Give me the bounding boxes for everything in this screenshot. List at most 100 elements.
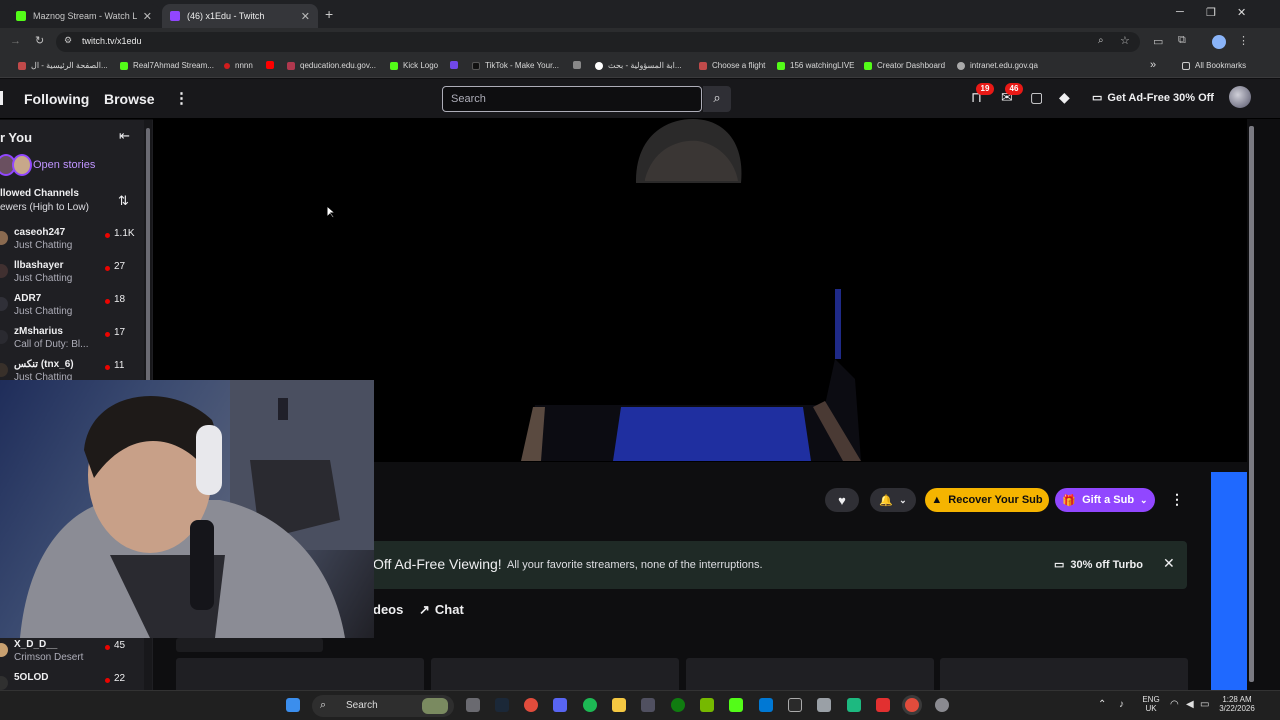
open-stories-button[interactable]: Open stories [0, 154, 140, 176]
video-card[interactable] [686, 658, 934, 690]
browser-tab-twitch[interactable]: (46) x1Edu - Twitch ✕ [162, 4, 318, 28]
all-bookmarks-button[interactable]: All Bookmarks [1182, 61, 1246, 70]
steam-icon[interactable] [495, 698, 509, 712]
video-card[interactable] [431, 658, 679, 690]
video-card[interactable] [940, 658, 1188, 690]
close-window-icon[interactable]: ✕ [1237, 6, 1246, 19]
follow-heart-button[interactable]: ♥ [825, 488, 859, 512]
volume-icon[interactable]: ◀ [1186, 699, 1194, 710]
sidebar-scrollbar-thumb[interactable] [146, 128, 150, 382]
zoom-icon[interactable]: ⌕ [1098, 35, 1104, 46]
notifications-bell-button[interactable]: 🔔 ⌄ [870, 488, 916, 512]
camera-app-icon[interactable] [466, 698, 480, 712]
chrome-active-icon[interactable] [905, 698, 919, 712]
file-explorer-icon[interactable] [612, 698, 626, 712]
bookmark-item[interactable] [266, 61, 279, 69]
collapse-sidebar-icon[interactable]: ⇤ [119, 128, 130, 144]
wifi-icon[interactable]: ◠ [1170, 699, 1179, 710]
xbox-icon[interactable] [671, 698, 685, 712]
chrome-icon[interactable] [524, 698, 538, 712]
viewer-count: 11 [114, 360, 125, 371]
bookmark-item[interactable]: Choose a flight [699, 61, 765, 70]
tab-chat[interactable]: ↗ Chat [419, 602, 464, 618]
sidebar-channel[interactable]: llbashayer Just Chatting 27 [0, 260, 150, 292]
back-arrow-icon[interactable]: → [10, 35, 21, 47]
close-promo-button[interactable]: ✕ [1163, 555, 1175, 572]
battery-icon[interactable]: ▭ [1200, 699, 1209, 710]
app-icon[interactable] [759, 698, 773, 712]
store-icon[interactable] [641, 698, 655, 712]
twitch-logo-icon[interactable] [0, 91, 3, 105]
minimize-window-icon[interactable]: ─ [1176, 6, 1184, 18]
sidebar-channel[interactable]: caseoh247 Just Chatting 1.1K [0, 227, 150, 259]
get-ad-free-button[interactable]: ▭ Get Ad-Free 30% Off [1092, 91, 1214, 105]
close-tab-icon[interactable]: ✕ [143, 10, 152, 23]
search-button[interactable]: ⌕ [703, 86, 731, 112]
clock[interactable]: 1:28 AM 3/22/2026 [1212, 695, 1262, 713]
bookmark-item[interactable]: intranet.edu.gov.qa [957, 61, 1038, 70]
app-icon[interactable] [788, 698, 802, 712]
bookmark-star-icon[interactable]: ☆ [1120, 34, 1130, 47]
bookmark-item[interactable]: Real7Ahmad Stream... [120, 61, 214, 70]
omnibox[interactable]: ⚙ twitch.tv/x1edu ⌕ ☆ [56, 32, 1140, 52]
turbo-offer-button[interactable]: ▭ 30% off Turbo [1054, 558, 1143, 572]
video-card[interactable] [176, 658, 424, 690]
more-bookmarks-button[interactable]: » [1150, 59, 1156, 71]
search-input[interactable]: Search [442, 86, 702, 112]
spotify-icon[interactable] [583, 698, 597, 712]
reload-icon[interactable]: ↻ [35, 34, 44, 47]
user-avatar[interactable] [1229, 86, 1251, 108]
sidebar-channel[interactable]: X_D_D__ Crimson Desert 45 [0, 639, 150, 671]
tray-chevron-icon[interactable]: ⌃ [1098, 699, 1106, 710]
bookmark-item[interactable]: Kick Logo [390, 61, 438, 70]
sidebar-channel[interactable]: ADR7 Just Chatting 18 [0, 293, 150, 325]
browser-profile-avatar[interactable] [1212, 35, 1226, 49]
discord-icon[interactable] [553, 698, 567, 712]
bookmark-item[interactable]: 156 watchingLIVE [777, 61, 855, 70]
sidebar-channel[interactable]: zMsharius Call of Duty: Bl... 17 [0, 326, 150, 358]
bookmark-item[interactable] [573, 61, 586, 69]
bookmark-favicon-icon [18, 61, 26, 70]
nvidia-icon[interactable] [700, 698, 714, 712]
close-tab-icon[interactable]: ✕ [301, 10, 310, 23]
browser-menu-icon[interactable]: ⋮ [1238, 34, 1249, 47]
restore-window-icon[interactable]: ❐ [1206, 6, 1216, 19]
gift-sub-button[interactable]: 🎁 Gift a Sub ⌄ [1055, 488, 1155, 512]
new-tab-button[interactable]: + [325, 6, 333, 22]
more-menu-icon[interactable]: ⋮ [174, 89, 189, 107]
tv-icon: ▭ [1054, 559, 1065, 571]
tab-videos[interactable]: deos [373, 602, 403, 617]
page-scrollbar-thumb[interactable] [1249, 126, 1254, 682]
site-info-icon[interactable]: ⚙ [64, 35, 72, 46]
sort-icon[interactable]: ⇅ [118, 193, 129, 209]
taskbar-search[interactable]: ⌕ Search [312, 695, 454, 717]
recover-sub-button[interactable]: ▲ Recover Your Sub [925, 488, 1049, 512]
app-icon[interactable] [876, 698, 890, 712]
puzzle-icon[interactable]: ⧉ [1178, 34, 1186, 47]
bookmark-item[interactable]: Creator Dashboard [864, 61, 945, 70]
app-icon[interactable] [847, 698, 861, 712]
bits-crown-icon[interactable]: ◆ [1059, 89, 1070, 106]
language-indicator[interactable]: ENG UK [1140, 695, 1162, 713]
browser-tab-maznog[interactable]: Maznog Stream - Watch Live o ✕ [8, 4, 160, 28]
kick-app-icon[interactable] [729, 698, 743, 712]
sidebar-channel[interactable]: 5OLOD 22 [0, 672, 150, 690]
bookmark-item[interactable]: TikTok - Make Your... [472, 61, 559, 70]
following-link[interactable]: Following [24, 91, 89, 107]
inbox-badge: 46 [1005, 83, 1023, 95]
microphone-icon[interactable]: ♪ [1119, 699, 1124, 710]
bookmark-item[interactable]: ابة المسؤولية - بحث... [595, 61, 682, 70]
windows-start-icon[interactable] [286, 698, 300, 712]
bookmark-item[interactable]: qeducation.edu.gov... [287, 61, 376, 70]
app-icon[interactable] [817, 698, 831, 712]
channel-more-icon[interactable]: ⋮ [1170, 491, 1184, 508]
whispers-icon[interactable]: ▢ [1030, 89, 1043, 106]
browse-link[interactable]: Browse [104, 91, 155, 107]
bookmark-item[interactable]: الصفحة الرئيسية - ال... [18, 61, 108, 70]
extension-icon[interactable]: ▭ [1153, 35, 1163, 48]
bookmark-item[interactable]: nnnn [224, 61, 253, 70]
windows-taskbar: ⌕ Search ⌃ ♪ ENG UK ◠ ◀ ▭ 1:28 AM 3/22/2… [0, 690, 1280, 720]
bookmark-item[interactable] [450, 61, 463, 69]
settings-gear-icon[interactable] [935, 698, 949, 712]
sidebar-channel[interactable]: تنكس (tnx_6) Just Chatting 11 [0, 359, 150, 381]
